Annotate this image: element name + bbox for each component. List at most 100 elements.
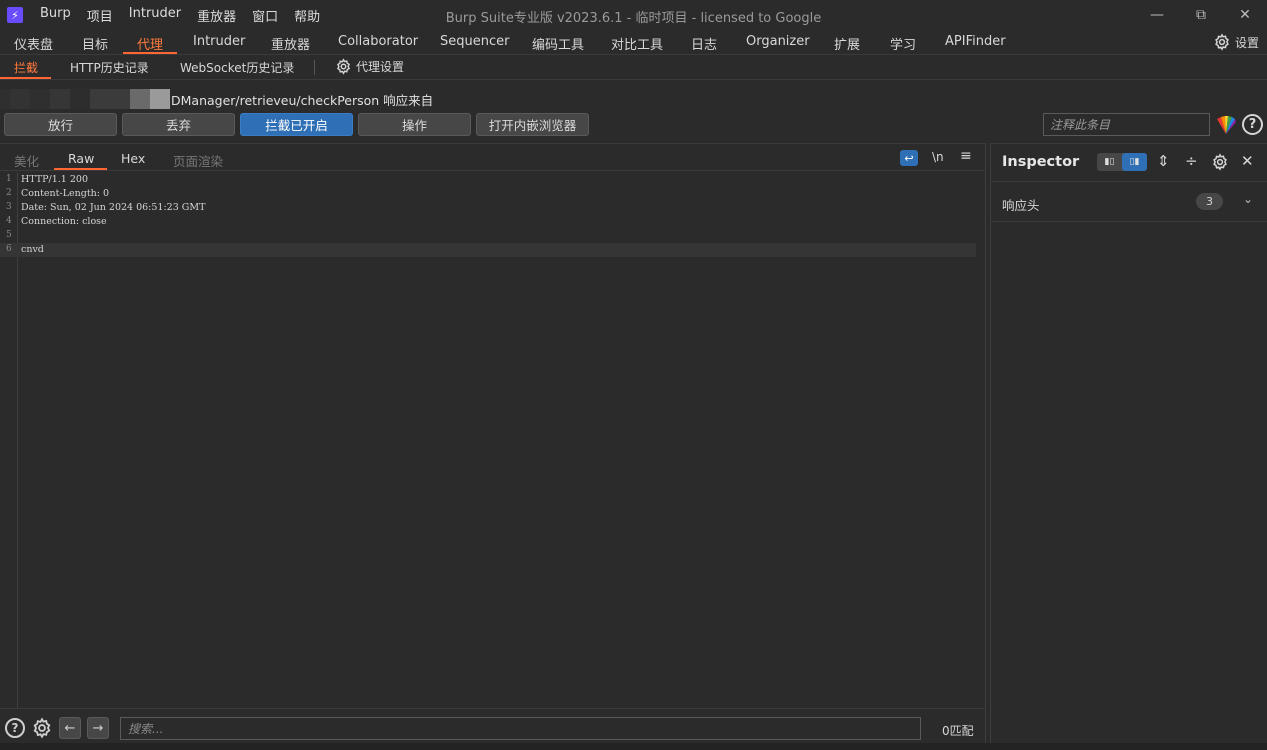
line-text: Content-Length: 0 (21, 188, 110, 199)
proxy-settings-button[interactable]: 代理设置 (335, 58, 404, 75)
tab-logger[interactable]: 日志 (691, 34, 717, 53)
redacted-block (0, 89, 10, 109)
expand-all-icon[interactable]: ⇕ (1157, 152, 1170, 170)
subtab-websocket-history[interactable]: WebSocket历史记录 (180, 59, 294, 76)
tab-repeater[interactable]: 重放器 (271, 34, 310, 53)
menu-burp[interactable]: Burp (32, 6, 79, 25)
word-wrap-icon[interactable]: ↩ (900, 150, 918, 166)
gear-icon[interactable] (31, 717, 53, 739)
code-line-current[interactable]: 6 cnvd (0, 243, 976, 257)
editor-tabs: 美化 Raw Hex 页面渲染 ↩ \n ≡ (0, 144, 986, 171)
tab-comparer[interactable]: 对比工具 (611, 34, 663, 53)
tab-learn[interactable]: 学习 (890, 34, 916, 53)
inspector-header: Inspector ▮▯ ▯▮ ⇕ ÷ ✕ (991, 144, 1267, 182)
code-line[interactable]: 1 HTTP/1.1 200 (0, 173, 976, 187)
tab-organizer[interactable]: Organizer (746, 34, 810, 49)
code-line[interactable]: 3 Date: Sun, 02 Jun 2024 06:51:23 GMT (0, 201, 976, 215)
proxy-settings-label: 代理设置 (356, 60, 405, 74)
collapse-all-icon[interactable]: ÷ (1185, 152, 1198, 170)
menu-help[interactable]: 帮助 (286, 6, 328, 25)
line-number: 1 (6, 174, 12, 184)
tab-proxy[interactable]: 代理 (137, 34, 163, 53)
tab-target[interactable]: 目标 (82, 34, 108, 53)
line-text: Connection: close (21, 216, 107, 227)
active-editor-tab-indicator (54, 168, 107, 170)
tab-render[interactable]: 页面渲染 (173, 151, 223, 170)
code-line[interactable]: 5 (0, 229, 976, 243)
subtab-intercept[interactable]: 拦截 (14, 59, 38, 76)
response-headers-section[interactable]: 响应头 3 ⌄ (991, 182, 1267, 222)
redacted-block (130, 89, 150, 109)
gear-icon[interactable] (1211, 153, 1229, 171)
bottom-strip (0, 743, 1267, 750)
comment-input[interactable]: 注释此条目 (1043, 113, 1210, 136)
code-line[interactable]: 4 Connection: close (0, 215, 976, 229)
minimize-icon[interactable]: — (1135, 0, 1179, 30)
open-browser-button[interactable]: 打开内嵌浏览器 (476, 113, 589, 136)
help-icon[interactable]: ? (1242, 114, 1263, 135)
intercepted-request-info: DManager/retrieveu/checkPerson 响应来自 (0, 88, 433, 110)
tab-collaborator[interactable]: Collaborator (338, 34, 418, 49)
tab-hex[interactable]: Hex (121, 151, 145, 166)
code-line[interactable]: 2 Content-Length: 0 (0, 187, 976, 201)
highlight-color-icon[interactable] (1215, 115, 1237, 135)
search-input[interactable]: 搜索... (120, 717, 921, 740)
inspector-layout-toggle[interactable]: ▮▯ ▯▮ (1097, 153, 1147, 171)
intercept-toggle-button[interactable]: 拦截已开启 (240, 113, 353, 136)
tab-pretty[interactable]: 美化 (14, 151, 39, 170)
editor-menu-icon[interactable]: ≡ (960, 148, 972, 164)
show-newlines-button[interactable]: \n (932, 150, 944, 164)
redacted-block (90, 89, 130, 109)
match-count: 0匹配 (942, 724, 974, 738)
tab-raw[interactable]: Raw (68, 151, 94, 166)
subtab-divider (314, 60, 315, 75)
active-subtab-indicator (0, 77, 51, 79)
layout-left-icon[interactable]: ▮▯ (1097, 153, 1122, 171)
next-match-arrow-icon[interactable]: → (87, 717, 109, 739)
redacted-block (30, 89, 50, 109)
tab-dashboard[interactable]: 仪表盘 (14, 34, 53, 53)
line-number: 3 (6, 202, 12, 212)
action-button[interactable]: 操作 (358, 113, 471, 136)
active-tab-indicator (123, 52, 177, 54)
layout-right-icon[interactable]: ▯▮ (1122, 153, 1147, 171)
title-bar: ⚡ Burp 项目 Intruder 重放器 窗口 帮助 Burp Suite专… (0, 0, 1267, 30)
menu-bar: Burp 项目 Intruder 重放器 窗口 帮助 (32, 6, 328, 25)
redacted-block (150, 89, 170, 109)
burp-logo-icon: ⚡ (7, 7, 23, 23)
menu-intruder[interactable]: Intruder (121, 6, 189, 25)
settings-button[interactable]: 设置 (1213, 33, 1259, 51)
previous-match-arrow-icon[interactable]: ← (59, 717, 81, 739)
request-url-label: DManager/retrieveu/checkPerson 响应来自 (171, 92, 434, 108)
menu-project[interactable]: 项目 (79, 6, 121, 25)
tab-sequencer[interactable]: Sequencer (440, 34, 509, 49)
drop-button[interactable]: 丢弃 (122, 113, 235, 136)
tab-decoder[interactable]: 编码工具 (532, 34, 584, 53)
main-tabs: 仪表盘 目标 代理 Intruder 重放器 Collaborator Sequ… (0, 30, 1267, 55)
search-bar: ? ← → 搜索... 0匹配 (0, 708, 986, 744)
redacted-block (10, 89, 30, 109)
line-number: 4 (6, 216, 12, 226)
tab-apifinder[interactable]: APIFinder (945, 34, 1006, 49)
line-text: Date: Sun, 02 Jun 2024 06:51:23 GMT (21, 202, 206, 213)
count-badge: 3 (1196, 193, 1223, 210)
chevron-down-icon[interactable]: ⌄ (1243, 192, 1253, 206)
tab-extensions[interactable]: 扩展 (834, 34, 860, 53)
restore-icon[interactable]: ⧉ (1179, 0, 1223, 30)
subtab-http-history[interactable]: HTTP历史记录 (70, 59, 149, 76)
menu-repeater[interactable]: 重放器 (189, 6, 244, 25)
gear-icon (336, 58, 351, 75)
close-icon[interactable]: ✕ (1241, 152, 1254, 170)
section-label: 响应头 (1002, 198, 1040, 213)
message-editor: 美化 Raw Hex 页面渲染 ↩ \n ≡ 1 HTTP/1.1 200 2 … (0, 143, 986, 743)
settings-label: 设置 (1234, 35, 1259, 50)
tab-intruder[interactable]: Intruder (193, 34, 245, 49)
close-window-icon[interactable]: ✕ (1223, 0, 1267, 30)
line-text: HTTP/1.1 200 (21, 174, 88, 185)
forward-button[interactable]: 放行 (4, 113, 117, 136)
redacted-block (70, 89, 90, 109)
help-icon[interactable]: ? (5, 718, 25, 738)
menu-window[interactable]: 窗口 (244, 6, 286, 25)
inspector-title: Inspector (1002, 154, 1080, 170)
line-number: 5 (6, 230, 12, 240)
